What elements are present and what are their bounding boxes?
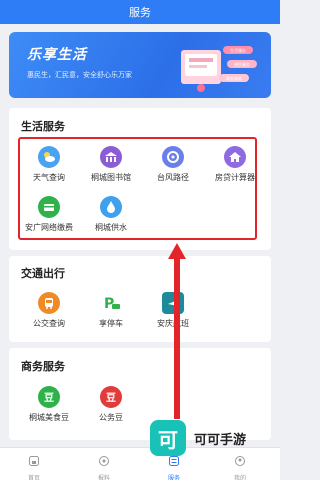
service-item-typhoon[interactable]: 台风路径 [142, 146, 204, 183]
red-arrow-annotation [168, 243, 186, 419]
water-drop-icon [100, 196, 122, 218]
official-bean-icon: 豆 [100, 386, 122, 408]
service-item-official-bean[interactable]: 豆 公务豆 [80, 386, 142, 423]
service-label: 桐城图书馆 [91, 173, 131, 182]
page-header: 服务 [0, 0, 280, 24]
tab-report[interactable]: 报料 [84, 452, 124, 480]
service-label: 天气查询 [33, 173, 65, 182]
watermark-logo: 可 [150, 420, 186, 456]
svg-text:政务服务: 政务服务 [226, 75, 242, 81]
life-services-card: 生活服务 天气查询 桐城图书馆 台风路径 房贷计算器 安广网络缴费 桐城供水 [9, 108, 271, 250]
svg-text:便民服务: 便民服务 [234, 61, 250, 67]
tab-home[interactable]: 首页 [14, 452, 54, 480]
service-item-house-loan[interactable]: 房贷计算器 [204, 146, 266, 183]
bus-icon [38, 292, 60, 314]
weather-icon [38, 146, 60, 168]
service-label: 安广网络缴费 [25, 223, 73, 232]
service-item-library[interactable]: 桐城图书馆 [80, 146, 142, 183]
svg-text:豆: 豆 [44, 392, 54, 404]
svg-text:P: P [104, 296, 114, 312]
section-title-life-services: 生活服务 [21, 120, 65, 133]
transport-card: 交通出行 公交查询 P 享停车 安庆航班 [9, 256, 271, 342]
watermark-text: 可可手游 [194, 432, 247, 448]
service-label: 桐城美食豆 [29, 413, 69, 422]
page-title: 服务 [129, 6, 151, 19]
service-label: 公务豆 [99, 413, 123, 422]
service-item-water[interactable]: 桐城供水 [80, 196, 142, 233]
report-icon [99, 456, 109, 466]
banner-illustration: 生活服务 便民服务 政务服务 [181, 46, 257, 92]
service-label: 享停车 [99, 319, 123, 328]
network-payment-icon [38, 196, 60, 218]
service-item-weather[interactable]: 天气查询 [18, 146, 80, 183]
banner-title: 乐享生活 [27, 47, 87, 63]
svg-text:生活服务: 生活服务 [230, 47, 246, 53]
svg-text:豆: 豆 [106, 392, 116, 404]
home-icon [29, 456, 39, 466]
food-bean-icon: 豆 [38, 386, 60, 408]
typhoon-icon [162, 146, 184, 168]
library-icon [100, 146, 122, 168]
service-label: 台风路径 [157, 173, 189, 182]
service-item-bus[interactable]: 公交查询 [18, 292, 80, 329]
banner-subtitle: 惠民生，汇民意，安全舒心乐万家 [27, 71, 132, 79]
watermark: 可 可可手游 [150, 418, 274, 458]
house-loan-icon [224, 146, 246, 168]
section-title-transport: 交通出行 [21, 267, 65, 280]
service-item-food-bean[interactable]: 豆 桐城美食豆 [18, 386, 80, 423]
tab-label: 首页 [27, 475, 40, 480]
tab-label: 报料 [97, 475, 110, 480]
promo-banner[interactable]: 乐享生活 惠民生，汇民意，安全舒心乐万家 生活服务 便民服务 政务服务 [9, 32, 271, 98]
tab-label: 服务 [167, 475, 180, 480]
service-label: 房贷计算器 [215, 173, 255, 182]
service-item-network-payment[interactable]: 安广网络缴费 [18, 196, 80, 233]
section-title-business: 商务服务 [21, 360, 65, 373]
service-label: 桐城供水 [95, 223, 127, 232]
tab-label: 我的 [233, 475, 246, 480]
parking-icon: P [100, 292, 122, 314]
service-item-parking[interactable]: P 享停车 [80, 292, 142, 329]
service-label: 公交查询 [33, 319, 65, 328]
